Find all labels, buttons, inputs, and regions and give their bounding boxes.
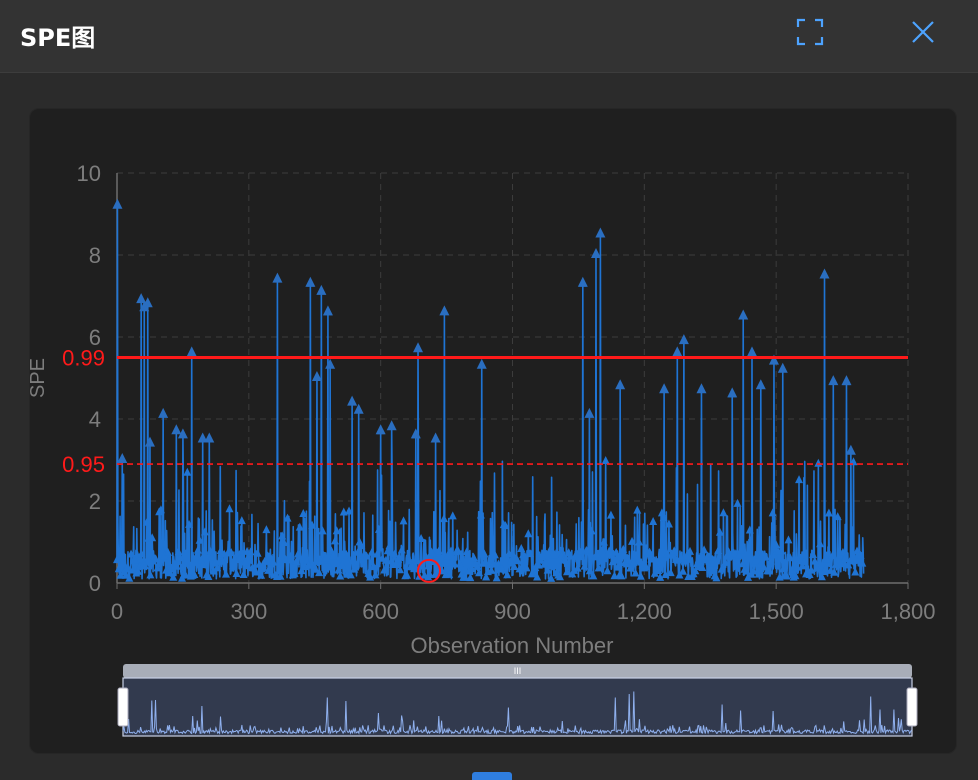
- peak-marker: [158, 407, 169, 418]
- x-tick-label: 900: [494, 599, 531, 624]
- peak-marker: [777, 362, 788, 373]
- peak-marker: [615, 379, 626, 390]
- threshold-label: 0.95: [62, 452, 105, 477]
- peak-marker: [755, 379, 766, 390]
- data-point-marker: [330, 536, 339, 545]
- peak-marker: [746, 346, 757, 357]
- peak-marker: [117, 453, 128, 463]
- peak-marker: [316, 284, 327, 295]
- peak-marker: [112, 198, 123, 209]
- zoom-drag-handle-label: III: [514, 666, 522, 676]
- peak-marker: [430, 432, 441, 443]
- data-point-marker: [601, 456, 610, 465]
- peak-marker: [584, 407, 595, 418]
- x-tick-label: 0: [111, 599, 123, 624]
- data-point-marker: [719, 508, 728, 517]
- data-point-marker: [399, 516, 408, 525]
- data-point-marker: [824, 508, 833, 517]
- bottom-tab-indicator[interactable]: [472, 772, 512, 780]
- data-point-marker: [193, 545, 202, 554]
- peak-marker: [136, 293, 147, 304]
- data-point-marker: [795, 475, 804, 484]
- peak-marker: [738, 309, 749, 320]
- y-tick-label: 10: [77, 161, 101, 186]
- x-tick-label: 300: [230, 599, 267, 624]
- peak-marker: [413, 342, 424, 353]
- peak-marker: [727, 387, 738, 398]
- x-axis-label: Observation Number: [411, 633, 614, 658]
- peak-marker: [410, 428, 421, 439]
- peak-marker: [696, 383, 707, 394]
- peak-marker: [204, 432, 215, 443]
- data-zoom-slider[interactable]: III: [117, 664, 918, 737]
- peak-marker: [375, 424, 386, 435]
- peak-marker: [322, 305, 333, 316]
- peak-marker: [325, 358, 336, 369]
- data-point-marker: [733, 498, 742, 507]
- data-point-marker: [524, 529, 533, 538]
- peak-marker: [144, 436, 155, 447]
- data-point-marker: [262, 525, 271, 534]
- y-tick-label: 2: [89, 489, 101, 514]
- data-point-marker: [469, 553, 478, 562]
- peak-marker: [439, 305, 450, 316]
- peak-marker: [595, 227, 606, 238]
- threshold-lines: 0.99 0.95: [62, 346, 908, 477]
- x-tick-label: 1,800: [880, 599, 935, 624]
- peak-marker: [678, 334, 689, 345]
- zoom-handle-right[interactable]: [906, 687, 918, 727]
- data-point-marker: [784, 535, 793, 544]
- data-point-marker: [606, 510, 615, 519]
- spe-chart: 0 300 600 900 1,200 1,500 1,8000246810 0.990.9…: [27, 161, 936, 737]
- threshold-label: 0.99: [62, 346, 105, 371]
- peak-marker: [186, 346, 197, 357]
- x-tick-label: 1,200: [617, 599, 672, 624]
- peak-marker: [819, 268, 830, 279]
- data-point-marker: [439, 514, 448, 523]
- peak-marker: [828, 375, 839, 386]
- data-point-marker: [851, 567, 860, 576]
- peak-marker: [590, 248, 601, 258]
- data-point-marker: [183, 467, 192, 476]
- data-point-marker: [649, 517, 658, 526]
- peak-marker: [841, 375, 852, 386]
- data-point-marker: [225, 504, 234, 513]
- data-point-marker: [814, 458, 823, 467]
- data-point-marker: [768, 508, 777, 517]
- data-point-marker: [221, 569, 230, 578]
- y-tick-label: 0: [89, 571, 101, 596]
- y-tick-label: 4: [89, 407, 101, 432]
- data-point-marker: [633, 505, 642, 514]
- peak-marker: [476, 358, 487, 369]
- peak-marker: [347, 395, 358, 406]
- peak-marker: [659, 383, 670, 394]
- spe-series-line: [116, 205, 865, 580]
- data-point-marker: [318, 526, 327, 535]
- data-point-marker: [448, 511, 457, 520]
- zoom-handle-left[interactable]: [117, 687, 129, 727]
- x-tick-label: 1,500: [749, 599, 804, 624]
- data-point-marker: [517, 543, 526, 552]
- peak-marker: [672, 346, 683, 357]
- peak-marker: [272, 272, 283, 283]
- peak-marker: [305, 276, 316, 287]
- y-tick-label: 8: [89, 243, 101, 268]
- peak-marker: [386, 420, 397, 431]
- spe-series: [112, 198, 867, 582]
- data-point-marker: [237, 516, 246, 525]
- peak-marker: [577, 276, 588, 287]
- y-axis-label: SPE: [27, 358, 49, 398]
- x-tick-label: 600: [362, 599, 399, 624]
- peak-marker: [171, 424, 182, 435]
